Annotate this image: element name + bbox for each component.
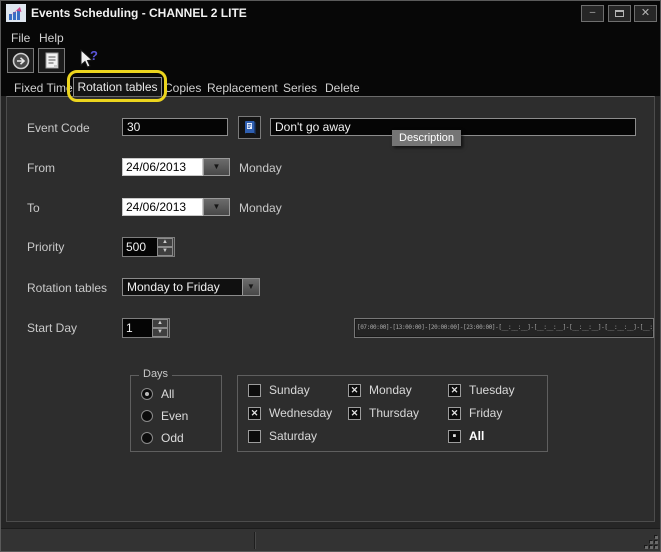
event-code-label: Event Code (27, 121, 90, 135)
svg-text:?: ? (90, 48, 98, 63)
window-title: Events Scheduling - CHANNEL 2 LITE (31, 6, 247, 20)
maximize-icon (615, 10, 624, 17)
status-bar (1, 528, 660, 552)
radio-option-all[interactable]: All (141, 387, 174, 401)
to-date-dropdown-button[interactable]: ▼ (203, 198, 230, 216)
time-slots-field[interactable]: [07:00:00]-[13:00:00]-[20:00:00]-[23:00:… (354, 318, 654, 338)
menu-help[interactable]: Help (39, 31, 64, 45)
lookup-book-icon (243, 120, 257, 136)
rotation-tables-select[interactable]: Monday to Friday ▼ (122, 278, 260, 296)
chevron-down-icon[interactable]: ▼ (242, 279, 259, 295)
go-button[interactable] (7, 48, 34, 73)
radio-option-odd[interactable]: Odd (141, 431, 184, 445)
checkbox-all[interactable]: ▪ All (448, 429, 484, 443)
priority-up-button[interactable]: ▲ (157, 238, 173, 247)
app-window: Events Scheduling - CHANNEL 2 LITE – ✕ F… (0, 0, 661, 552)
checkbox-icon[interactable]: ▪ (448, 430, 461, 443)
chevron-down-icon: ▼ (213, 162, 221, 171)
days-groupbox: Days All Even Odd (130, 375, 222, 452)
to-weekday-label: Monday (239, 201, 282, 215)
checkbox-sunday[interactable]: Sunday (248, 383, 310, 397)
checkbox-tuesday[interactable]: ✕ Tuesday (448, 383, 515, 397)
rotation-tables-value: Monday to Friday (127, 279, 220, 295)
tab-fixed-times[interactable]: Fixed Times (14, 81, 79, 95)
rotation-tables-panel: Event Code 30 Don't go away Description … (6, 96, 655, 522)
event-lookup-button[interactable] (238, 116, 261, 139)
checkbox-thursday[interactable]: ✕ Thursday (348, 406, 419, 420)
days-groupbox-legend: Days (139, 368, 172, 380)
radio-icon[interactable] (141, 410, 153, 422)
priority-input[interactable]: 500 (123, 238, 157, 256)
from-weekday-label: Monday (239, 161, 282, 175)
go-arrow-icon (12, 52, 30, 70)
checkbox-icon[interactable]: ✕ (448, 407, 461, 420)
description-tooltip: Description (392, 130, 461, 146)
checkbox-saturday[interactable]: Saturday (248, 429, 317, 443)
menu-file[interactable]: File (11, 31, 30, 45)
checkbox-friday[interactable]: ✕ Friday (448, 406, 502, 420)
checkbox-icon[interactable] (248, 384, 261, 397)
checkbox-icon[interactable]: ✕ (348, 384, 361, 397)
checkbox-icon[interactable] (248, 430, 261, 443)
start-day-label: Start Day (27, 321, 77, 335)
tab-rotation-tables[interactable]: Rotation tables (73, 77, 162, 97)
start-day-down-button[interactable]: ▼ (152, 328, 168, 337)
resize-grip[interactable] (644, 535, 658, 549)
checkbox-icon[interactable]: ✕ (348, 407, 361, 420)
status-bar-divider (254, 532, 255, 549)
minimize-button[interactable]: – (581, 5, 604, 22)
priority-spinner: 500 ▲ ▼ (122, 237, 175, 257)
rotation-tables-label: Rotation tables (27, 281, 107, 295)
tab-series[interactable]: Series (283, 81, 317, 95)
start-day-up-button[interactable]: ▲ (152, 319, 168, 328)
new-document-button[interactable] (38, 48, 65, 73)
priority-down-button[interactable]: ▼ (157, 247, 173, 256)
radio-icon[interactable] (141, 432, 153, 444)
app-logo-icon (6, 4, 26, 22)
checkbox-wednesday[interactable]: ✕ Wednesday (248, 406, 332, 420)
radio-icon[interactable] (141, 388, 153, 400)
tab-delete[interactable]: Delete (325, 81, 360, 95)
maximize-button[interactable] (608, 5, 631, 22)
priority-label: Priority (27, 240, 64, 254)
close-button[interactable]: ✕ (634, 5, 657, 22)
chevron-down-icon: ▼ (213, 202, 221, 211)
start-day-input[interactable]: 1 (123, 319, 152, 337)
event-code-input[interactable]: 30 (122, 118, 228, 136)
tab-replacement[interactable]: Replacement (207, 81, 278, 95)
document-icon (44, 52, 60, 70)
checkbox-icon[interactable]: ✕ (448, 384, 461, 397)
from-date-input[interactable]: 24/06/2013 (122, 158, 203, 176)
checkbox-monday[interactable]: ✕ Monday (348, 383, 412, 397)
from-date-dropdown-button[interactable]: ▼ (203, 158, 230, 176)
to-label: To (27, 201, 40, 215)
title-bar[interactable]: Events Scheduling - CHANNEL 2 LITE – ✕ (1, 1, 660, 25)
start-day-spinner: 1 ▲ ▼ (122, 318, 170, 338)
context-help-button[interactable]: ? (77, 48, 101, 72)
checkbox-icon[interactable]: ✕ (248, 407, 261, 420)
to-date-input[interactable]: 24/06/2013 (122, 198, 203, 216)
radio-option-even[interactable]: Even (141, 409, 188, 423)
from-label: From (27, 161, 55, 175)
help-pointer-icon: ? (77, 48, 101, 72)
weekdays-groupbox: Sunday ✕ Monday ✕ Tuesday ✕ Wednesday ✕ … (237, 375, 548, 452)
tab-copies[interactable]: Copies (164, 81, 201, 95)
